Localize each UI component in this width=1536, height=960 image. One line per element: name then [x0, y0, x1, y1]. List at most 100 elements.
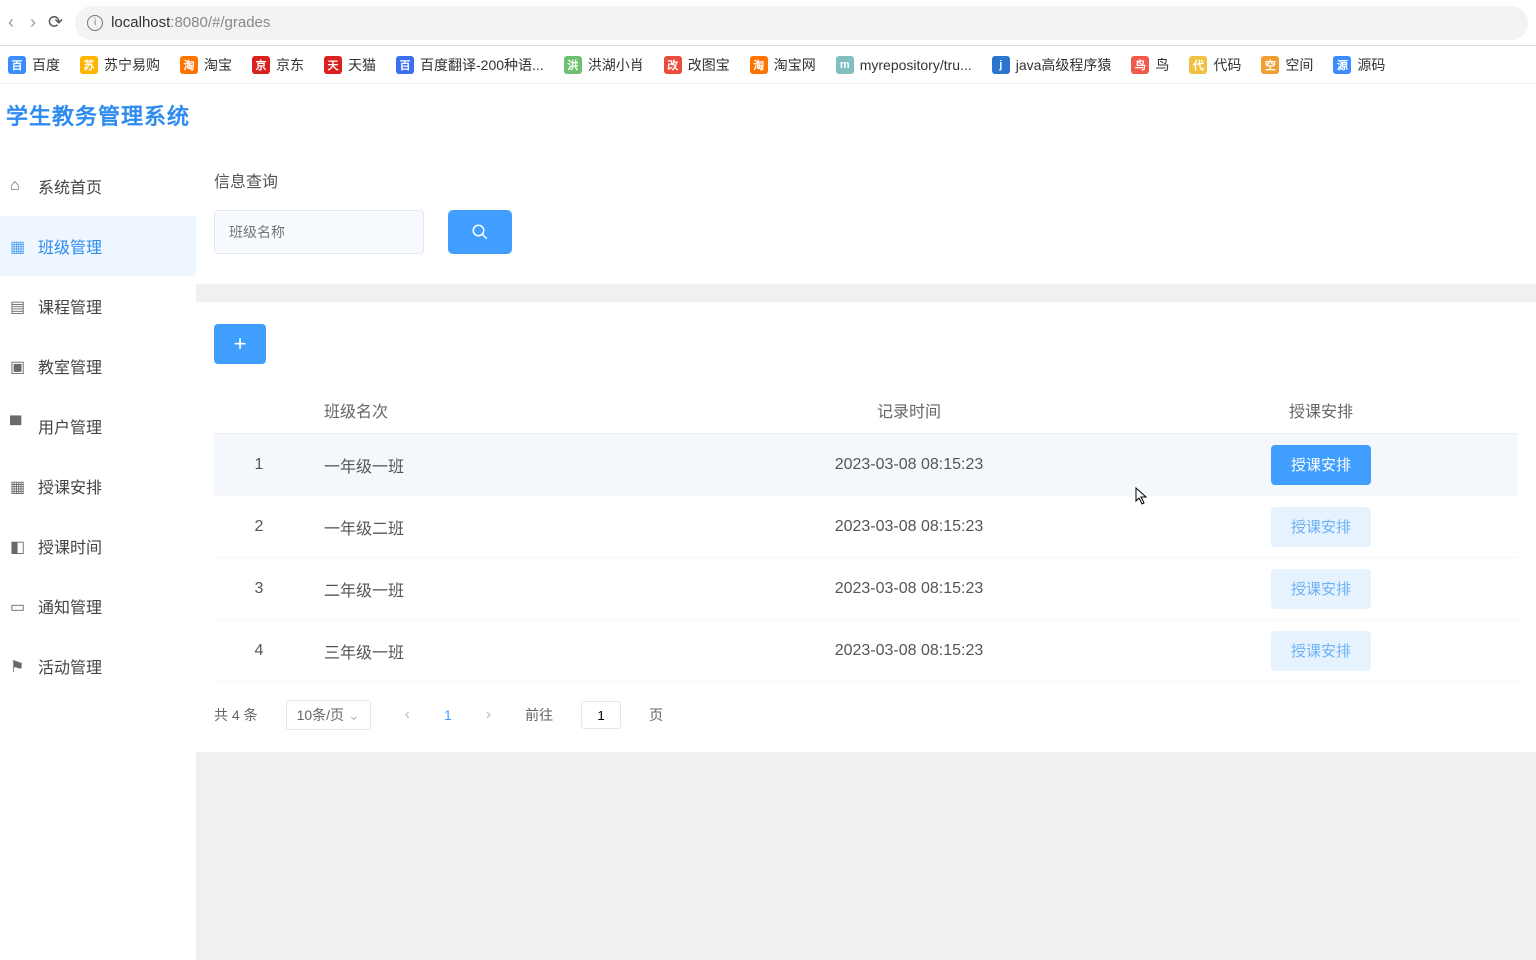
pagination: 共 4 条 10条/页 ⌄ ‹ 1 › 前往 页 [214, 700, 1518, 730]
address-bar[interactable]: i localhost:8080/#/grades [75, 6, 1528, 40]
schedule-button[interactable]: 授课安排 [1271, 507, 1371, 547]
col-time: 记录时间 [694, 398, 1124, 422]
sidebar-item-room[interactable]: ▣教室管理 [0, 336, 196, 396]
page-size-select[interactable]: 10条/页 ⌄ [286, 700, 371, 730]
sidebar-item-label: 通知管理 [38, 594, 102, 618]
sidebar-item-grid[interactable]: ▦班级管理 [0, 216, 196, 276]
bookmark-favicon: 天 [324, 56, 342, 74]
bookmark-favicon: 京 [252, 56, 270, 74]
book-icon: ▤ [10, 297, 28, 315]
table-row: 1一年级一班2023-03-08 08:15:23授课安排 [214, 434, 1518, 496]
notice-icon: ▭ [10, 597, 28, 615]
bookmark-label: 淘宝网 [774, 55, 816, 75]
table-panel: + 班级名次 记录时间 授课安排 1一年级一班2023-03-08 08:15:… [196, 302, 1536, 752]
table-row: 2一年级二班2023-03-08 08:15:23授课安排 [214, 496, 1518, 558]
bookmark-label: 百度翻译-200种语... [420, 55, 544, 75]
sidebar-item-book[interactable]: ▤ 课程管理 [0, 276, 196, 336]
sidebar-item-label: 授课安排 [38, 474, 102, 498]
cell-index: 1 [214, 456, 304, 474]
cell-index: 2 [214, 518, 304, 536]
bookmark-item[interactable]: mmyrepository/tru... [836, 56, 972, 74]
bookmark-item[interactable]: 天天猫 [324, 55, 376, 75]
pager-total: 共 4 条 [214, 705, 258, 725]
sidebar-item-user[interactable]: ▀用户管理 [0, 396, 196, 456]
bookmark-item[interactable]: 京京东 [252, 55, 304, 75]
bookmark-item[interactable]: 淘淘宝网 [750, 55, 816, 75]
bookmark-favicon: 空 [1261, 56, 1279, 74]
cell-time: 2023-03-08 08:15:23 [694, 518, 1124, 536]
bookmark-label: 洪湖小肖 [588, 55, 644, 75]
chevron-down-icon: ⌄ [348, 707, 360, 723]
schedule-button[interactable]: 授课安排 [1271, 569, 1371, 609]
class-name-input[interactable] [214, 210, 424, 254]
pager-prev[interactable]: ‹ [399, 706, 416, 724]
app-layout: ⌂系统首页▦班级管理 ▤ 课程管理 ▣教室管理▀用户管理 ▦ 授课安排 ◧授课时间 ▭ 通知管理… [0, 146, 1536, 960]
bookmark-item[interactable]: 源源码 [1333, 55, 1385, 75]
cell-action: 授课安排 [1124, 631, 1518, 671]
cell-action: 授课安排 [1124, 445, 1518, 485]
panel-title: 信息查询 [214, 168, 1518, 192]
sidebar-item-flag[interactable]: ⚑活动管理 [0, 636, 196, 696]
url-host: localhost [111, 14, 170, 31]
cell-time: 2023-03-08 08:15:23 [694, 642, 1124, 660]
table-row: 3二年级一班2023-03-08 08:15:23授课安排 [214, 558, 1518, 620]
calendar-icon: ▦ [10, 477, 28, 495]
plus-icon: + [234, 331, 247, 357]
bookmark-favicon: 洪 [564, 56, 582, 74]
bookmark-item[interactable]: 代代码 [1189, 55, 1241, 75]
sidebar-item-label: 课程管理 [38, 294, 102, 318]
flag-icon: ⚑ [10, 657, 28, 675]
cell-index: 3 [214, 580, 304, 598]
bookmark-label: 淘宝 [204, 55, 232, 75]
bookmark-favicon: j [992, 56, 1010, 74]
table-header: 班级名次 记录时间 授课安排 [214, 386, 1518, 434]
bookmark-item[interactable]: 鸟鸟 [1131, 55, 1169, 75]
pager-next[interactable]: › [480, 706, 497, 724]
bookmark-item[interactable]: 淘淘宝 [180, 55, 232, 75]
goto-input[interactable] [581, 701, 621, 729]
app-header: 学生教务管理系统 [0, 84, 1536, 146]
app-title: 学生教务管理系统 [6, 99, 190, 131]
bookmark-item[interactable]: 百百度 [8, 55, 60, 75]
browser-address-bar: ‹ › ⟳ i localhost:8080/#/grades [0, 0, 1536, 46]
bookmark-favicon: 淘 [750, 56, 768, 74]
goto-label: 前往 [525, 705, 553, 725]
bookmark-item[interactable]: 百百度翻译-200种语... [396, 55, 544, 75]
site-info-icon[interactable]: i [87, 15, 103, 31]
schedule-button[interactable]: 授课安排 [1271, 445, 1371, 485]
bookmark-bar: 百百度苏苏宁易购淘淘宝京京东天天猫百百度翻译-200种语...洪洪湖小肖改改图宝… [0, 46, 1536, 84]
sidebar-item-home[interactable]: ⌂系统首页 [0, 156, 196, 216]
pager-current[interactable]: 1 [444, 707, 452, 723]
bookmark-favicon: 代 [1189, 56, 1207, 74]
back-icon[interactable]: ‹ [8, 12, 14, 33]
bookmark-favicon: m [836, 56, 854, 74]
bookmark-label: 苏宁易购 [104, 55, 160, 75]
bookmark-label: 鸟 [1155, 55, 1169, 75]
bookmark-label: 天猫 [348, 55, 376, 75]
cell-action: 授课安排 [1124, 507, 1518, 547]
bookmark-item[interactable]: 空空间 [1261, 55, 1313, 75]
sidebar-item-calendar[interactable]: ▦ 授课安排 [0, 456, 196, 516]
sidebar-item-notice[interactable]: ▭ 通知管理 [0, 576, 196, 636]
bookmark-label: 百度 [32, 55, 60, 75]
bookmark-item[interactable]: 改改图宝 [664, 55, 730, 75]
forward-icon[interactable]: › [30, 12, 36, 33]
sidebar: ⌂系统首页▦班级管理 ▤ 课程管理 ▣教室管理▀用户管理 ▦ 授课安排 ◧授课时间 ▭ 通知管理… [0, 146, 196, 960]
sidebar-item-label: 系统首页 [38, 174, 102, 198]
class-table: 班级名次 记录时间 授课安排 1一年级一班2023-03-08 08:15:23… [214, 386, 1518, 682]
search-button[interactable] [448, 210, 512, 254]
cell-class-name: 一年级一班 [304, 453, 694, 477]
page-suffix: 页 [649, 705, 663, 725]
bookmark-item[interactable]: 洪洪湖小肖 [564, 55, 644, 75]
search-panel: 信息查询 [196, 146, 1536, 284]
bookmark-favicon: 百 [396, 56, 414, 74]
schedule-button[interactable]: 授课安排 [1271, 631, 1371, 671]
bookmark-item[interactable]: 苏苏宁易购 [80, 55, 160, 75]
add-button[interactable]: + [214, 324, 266, 364]
url-port: :8080 [170, 14, 208, 31]
bookmark-label: 代码 [1213, 55, 1241, 75]
bookmark-label: java高级程序猿 [1016, 55, 1112, 75]
sidebar-item-bell[interactable]: ◧授课时间 [0, 516, 196, 576]
bookmark-item[interactable]: j java高级程序猿 [992, 55, 1112, 75]
reload-icon[interactable]: ⟳ [48, 12, 63, 33]
